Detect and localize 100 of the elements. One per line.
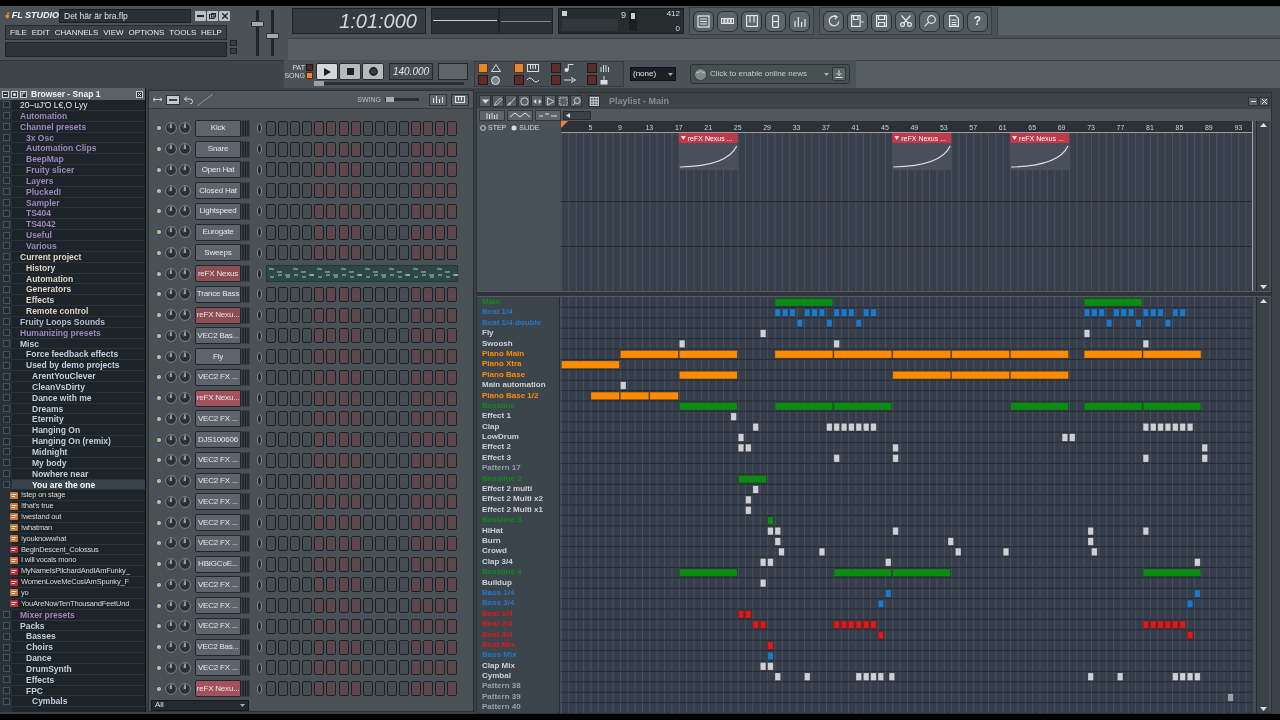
tool-button[interactable] — [505, 95, 517, 107]
expand-box[interactable] — [2, 209, 10, 217]
vertical-scrollbar[interactable] — [1256, 297, 1269, 713]
expand-box[interactable] — [2, 144, 10, 152]
expand-box[interactable] — [2, 697, 10, 705]
browser-item[interactable]: Humanizing presets — [12, 327, 145, 338]
channel-name-button[interactable]: DJS100606 — [195, 431, 241, 449]
pan-knob[interactable] — [165, 226, 177, 239]
pan-knob[interactable] — [165, 329, 177, 342]
select-strip[interactable] — [241, 223, 250, 241]
select-strip[interactable] — [241, 680, 250, 698]
menu-item[interactable]: OPTIONS — [128, 28, 165, 37]
download-button[interactable] — [832, 67, 846, 81]
expand-box[interactable] — [2, 274, 10, 282]
select-strip[interactable] — [241, 368, 250, 386]
expand-box[interactable] — [2, 405, 10, 413]
vertical-scrollbar[interactable] — [1256, 121, 1269, 291]
volume-knob[interactable] — [179, 267, 191, 280]
browser-item[interactable]: TS4042 — [12, 219, 145, 230]
volume-knob[interactable] — [179, 184, 191, 197]
pattern-number-display[interactable] — [438, 63, 468, 80]
select-strip[interactable] — [241, 348, 250, 366]
pattern-name[interactable]: Clap 3/4 — [477, 556, 559, 568]
toolbar-button[interactable] — [895, 10, 916, 32]
expand-box[interactable] — [2, 372, 10, 380]
pattern-name[interactable]: Effect 1 — [477, 411, 559, 422]
browser-item[interactable]: Various — [12, 240, 145, 251]
browser-item[interactable]: Layers — [12, 175, 145, 186]
pan-knob[interactable] — [165, 392, 177, 405]
browser-item[interactable]: Midnight — [12, 447, 145, 457]
select-strip[interactable] — [241, 182, 250, 200]
pan-knob[interactable] — [165, 661, 177, 674]
volume-knob[interactable] — [179, 433, 191, 446]
expand-box[interactable] — [2, 133, 10, 141]
pattern-name[interactable]: Cymbal — [477, 671, 559, 682]
expand-box[interactable] — [2, 611, 10, 619]
volume-knob[interactable] — [179, 350, 191, 363]
pattern-name[interactable]: Piano Main — [477, 348, 559, 360]
pan-knob[interactable] — [165, 163, 177, 176]
select-strip[interactable] — [241, 327, 250, 345]
select-strip[interactable] — [241, 638, 250, 656]
select-strip[interactable] — [241, 285, 250, 303]
channel-name-button[interactable]: VEC2 FX ... — [195, 410, 241, 428]
pan-knob[interactable] — [165, 122, 177, 135]
select-strip[interactable] — [241, 306, 250, 324]
tool-button[interactable] — [544, 95, 556, 107]
select-strip[interactable] — [241, 140, 250, 158]
channel-name-button[interactable]: VEC2 Bas... — [195, 327, 241, 345]
expand-box[interactable] — [2, 253, 10, 261]
pan-knob[interactable] — [165, 682, 177, 695]
pattern-name[interactable]: Pattern 17 — [477, 463, 559, 474]
pattern-name[interactable]: Piano Base 1/2 — [477, 390, 559, 401]
tool-button[interactable] — [588, 95, 600, 107]
select-strip[interactable] — [241, 431, 250, 449]
expand-box[interactable] — [2, 676, 10, 684]
browser-item[interactable]: Hanging On — [12, 425, 145, 436]
expand-box[interactable] — [2, 470, 10, 478]
channel-name-button[interactable]: Snare — [195, 140, 241, 158]
toolbar-button[interactable] — [823, 10, 844, 32]
browser-item[interactable]: Dance with me — [12, 392, 145, 403]
volume-knob[interactable] — [179, 226, 191, 239]
pattern-name[interactable]: Crowd — [477, 546, 559, 557]
expand-box[interactable] — [2, 394, 10, 402]
channel-name-button[interactable]: Kick — [195, 119, 241, 137]
toolbar-button[interactable] — [693, 10, 714, 32]
expand-box[interactable] — [2, 112, 10, 120]
pan-knob[interactable] — [165, 267, 177, 280]
expand-box[interactable] — [2, 448, 10, 456]
browser-item[interactable]: Effects — [12, 674, 145, 685]
select-strip[interactable] — [241, 576, 250, 594]
record-toggle[interactable] — [550, 75, 561, 85]
select-strip[interactable] — [241, 161, 250, 179]
browser-item[interactable]: Automation Clips — [12, 143, 145, 154]
channel-name-button[interactable]: VEC2 FX ... — [195, 617, 241, 635]
close-icon[interactable] — [136, 90, 143, 98]
menu-item[interactable]: FILE — [10, 28, 27, 37]
pattern-name[interactable]: Pattern 39 — [477, 691, 559, 703]
menu-item[interactable]: TOOLS — [169, 28, 197, 37]
channel-name-button[interactable]: Fly — [195, 348, 241, 366]
browser-item[interactable]: Plucked! — [12, 186, 145, 197]
dot-icon[interactable] — [11, 90, 18, 98]
channel-name-button[interactable]: VEC2 FX ... — [195, 576, 241, 594]
pattern-name[interactable]: Effect 2 Multi x2 — [477, 494, 559, 505]
pattern-name[interactable]: Effect 2 multi — [477, 484, 559, 495]
volume-knob[interactable] — [179, 288, 191, 301]
record-toggle[interactable] — [586, 63, 597, 73]
piano-roll-preview[interactable] — [266, 265, 458, 283]
expand-box[interactable] — [2, 199, 10, 206]
news-ticker[interactable]: Click to enable online news — [710, 70, 821, 78]
view-tab[interactable] — [535, 109, 561, 121]
pan-knob[interactable] — [165, 516, 177, 529]
expand-box[interactable] — [2, 166, 10, 174]
expand-box[interactable] — [2, 643, 10, 651]
volume-knob[interactable] — [179, 329, 191, 342]
channel-name-button[interactable]: VEC2 FX ... — [195, 368, 241, 386]
minus-icon[interactable] — [2, 90, 9, 98]
browser-item[interactable]: Channel presets — [12, 121, 145, 132]
channel-name-button[interactable]: VEC2 FX ... — [195, 597, 241, 615]
pan-knob[interactable] — [165, 558, 177, 571]
menu-item[interactable]: EDIT — [31, 28, 50, 37]
